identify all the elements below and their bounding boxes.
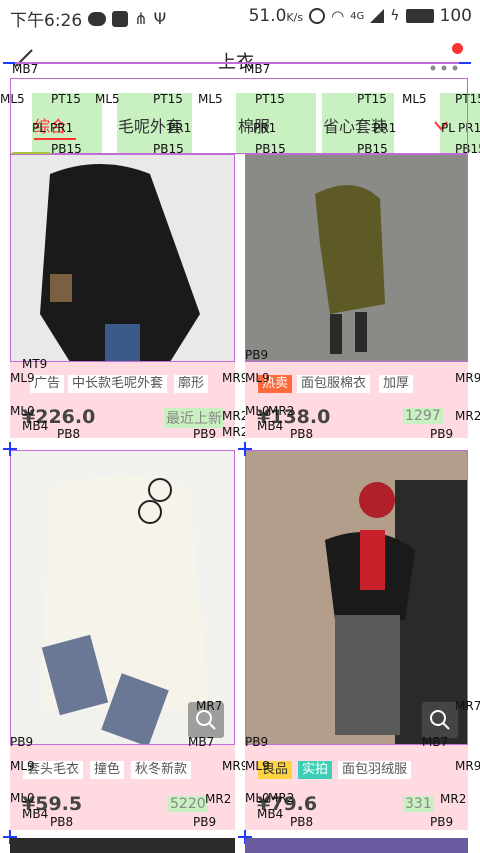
charging-icon: ϟ xyxy=(390,8,400,24)
debug-label: PB8 xyxy=(290,815,314,829)
debug-label: PB9 xyxy=(430,427,454,441)
debug-label: ML9 xyxy=(10,759,35,773)
debug-label: MR9 xyxy=(455,759,480,773)
product-new-label: 最近上新 xyxy=(164,408,224,428)
product-tag: 中长款毛呢外套 xyxy=(68,375,168,393)
debug-label: ML0 xyxy=(245,791,270,805)
debug-label: PB9 xyxy=(245,348,269,362)
debug-label: PB9 xyxy=(245,735,269,749)
share-icon: ⋔ xyxy=(134,9,148,28)
battery-icon xyxy=(405,9,434,23)
alarm-icon xyxy=(309,8,326,24)
signal-icon xyxy=(370,9,385,23)
product-sales-count: 5220 xyxy=(168,796,208,812)
network-speed: 51.0K/s xyxy=(248,6,304,26)
product-image-next[interactable] xyxy=(245,838,468,853)
debug-label: ML9 xyxy=(245,371,270,385)
debug-label: PB8 xyxy=(50,815,74,829)
debug-outline xyxy=(245,450,468,745)
product-tag: 撞色 xyxy=(90,761,125,779)
debug-guide xyxy=(9,442,11,456)
debug-label: PB9 xyxy=(193,427,217,441)
wifi-icon: ◠ xyxy=(331,7,345,25)
debug-label: ML0 xyxy=(10,791,35,805)
debug-label: MR2 xyxy=(268,791,295,805)
debug-label: MB4 xyxy=(257,807,284,821)
debug-label: MR2 xyxy=(440,792,467,806)
debug-label: PB9 xyxy=(193,815,217,829)
debug-guide xyxy=(459,62,471,64)
debug-label: MT9 xyxy=(22,357,48,371)
debug-label: MR2 xyxy=(268,404,295,418)
debug-outline xyxy=(10,154,235,362)
debug-label: PB9 xyxy=(430,815,454,829)
debug-label: ML0 xyxy=(10,404,35,418)
debug-label: MR7 xyxy=(196,699,223,713)
debug-guide xyxy=(10,62,468,64)
product-tags: 套头毛衣 撞色 秋冬新款 xyxy=(10,745,235,785)
account-icon xyxy=(112,10,129,27)
product-tag: 面包服棉衣 xyxy=(297,375,371,393)
status-bar: 下午6:26 ⋔ Ψ 51.0K/s ◠ 4G ϟ 100 xyxy=(0,0,480,32)
debug-outline xyxy=(10,78,468,154)
product-tag: 廓形 xyxy=(174,375,209,393)
debug-label: MR9 xyxy=(455,371,480,385)
product-image-next[interactable] xyxy=(10,838,235,853)
debug-label: ML9 xyxy=(10,371,35,385)
search-icon[interactable] xyxy=(422,702,458,738)
product-tags: 热卖 面包服棉衣 加厚 xyxy=(245,362,468,402)
debug-label: PB8 xyxy=(57,427,81,441)
product-tag: 面包羽绒服 xyxy=(338,761,412,779)
debug-label: MB7 xyxy=(244,62,271,76)
debug-label: MB4 xyxy=(22,807,49,821)
debug-label: MR7 xyxy=(455,699,480,713)
debug-label: MB7 xyxy=(422,735,449,749)
status-time: 下午6:26 xyxy=(10,11,83,31)
debug-label: ML0 xyxy=(245,404,270,418)
battery-level: 100 xyxy=(439,6,472,26)
product-tag-real: 实拍 xyxy=(298,761,333,779)
network-type: 4G xyxy=(350,10,365,22)
debug-guide xyxy=(3,62,15,64)
notification-dot xyxy=(452,43,463,54)
debug-label: MB4 xyxy=(22,419,49,433)
debug-label: PB9 xyxy=(10,735,34,749)
product-tag: 秋冬新款 xyxy=(131,761,192,779)
debug-outline xyxy=(245,154,468,362)
debug-label: MB7 xyxy=(188,735,215,749)
debug-label: MR2 xyxy=(205,792,232,806)
usb-icon: Ψ xyxy=(153,9,167,28)
debug-label: MR2 xyxy=(455,409,480,423)
debug-label: MB4 xyxy=(257,419,284,433)
product-sales-count: 1297 xyxy=(403,408,443,424)
chat-icon xyxy=(88,11,107,26)
product-tag: 广告 xyxy=(30,375,65,393)
debug-label: PB8 xyxy=(290,427,314,441)
debug-label: MB7 xyxy=(12,62,39,76)
debug-guide xyxy=(244,442,246,456)
product-tags: 良品 实拍 面包羽绒服 xyxy=(245,745,468,785)
debug-label: ML9 xyxy=(245,759,270,773)
product-sales-count: 331 xyxy=(403,796,434,812)
screen: 下午6:26 ⋔ Ψ 51.0K/s ◠ 4G ϟ 100 上衣 MB7 MB7 xyxy=(0,0,480,853)
product-tag: 加厚 xyxy=(379,375,414,393)
